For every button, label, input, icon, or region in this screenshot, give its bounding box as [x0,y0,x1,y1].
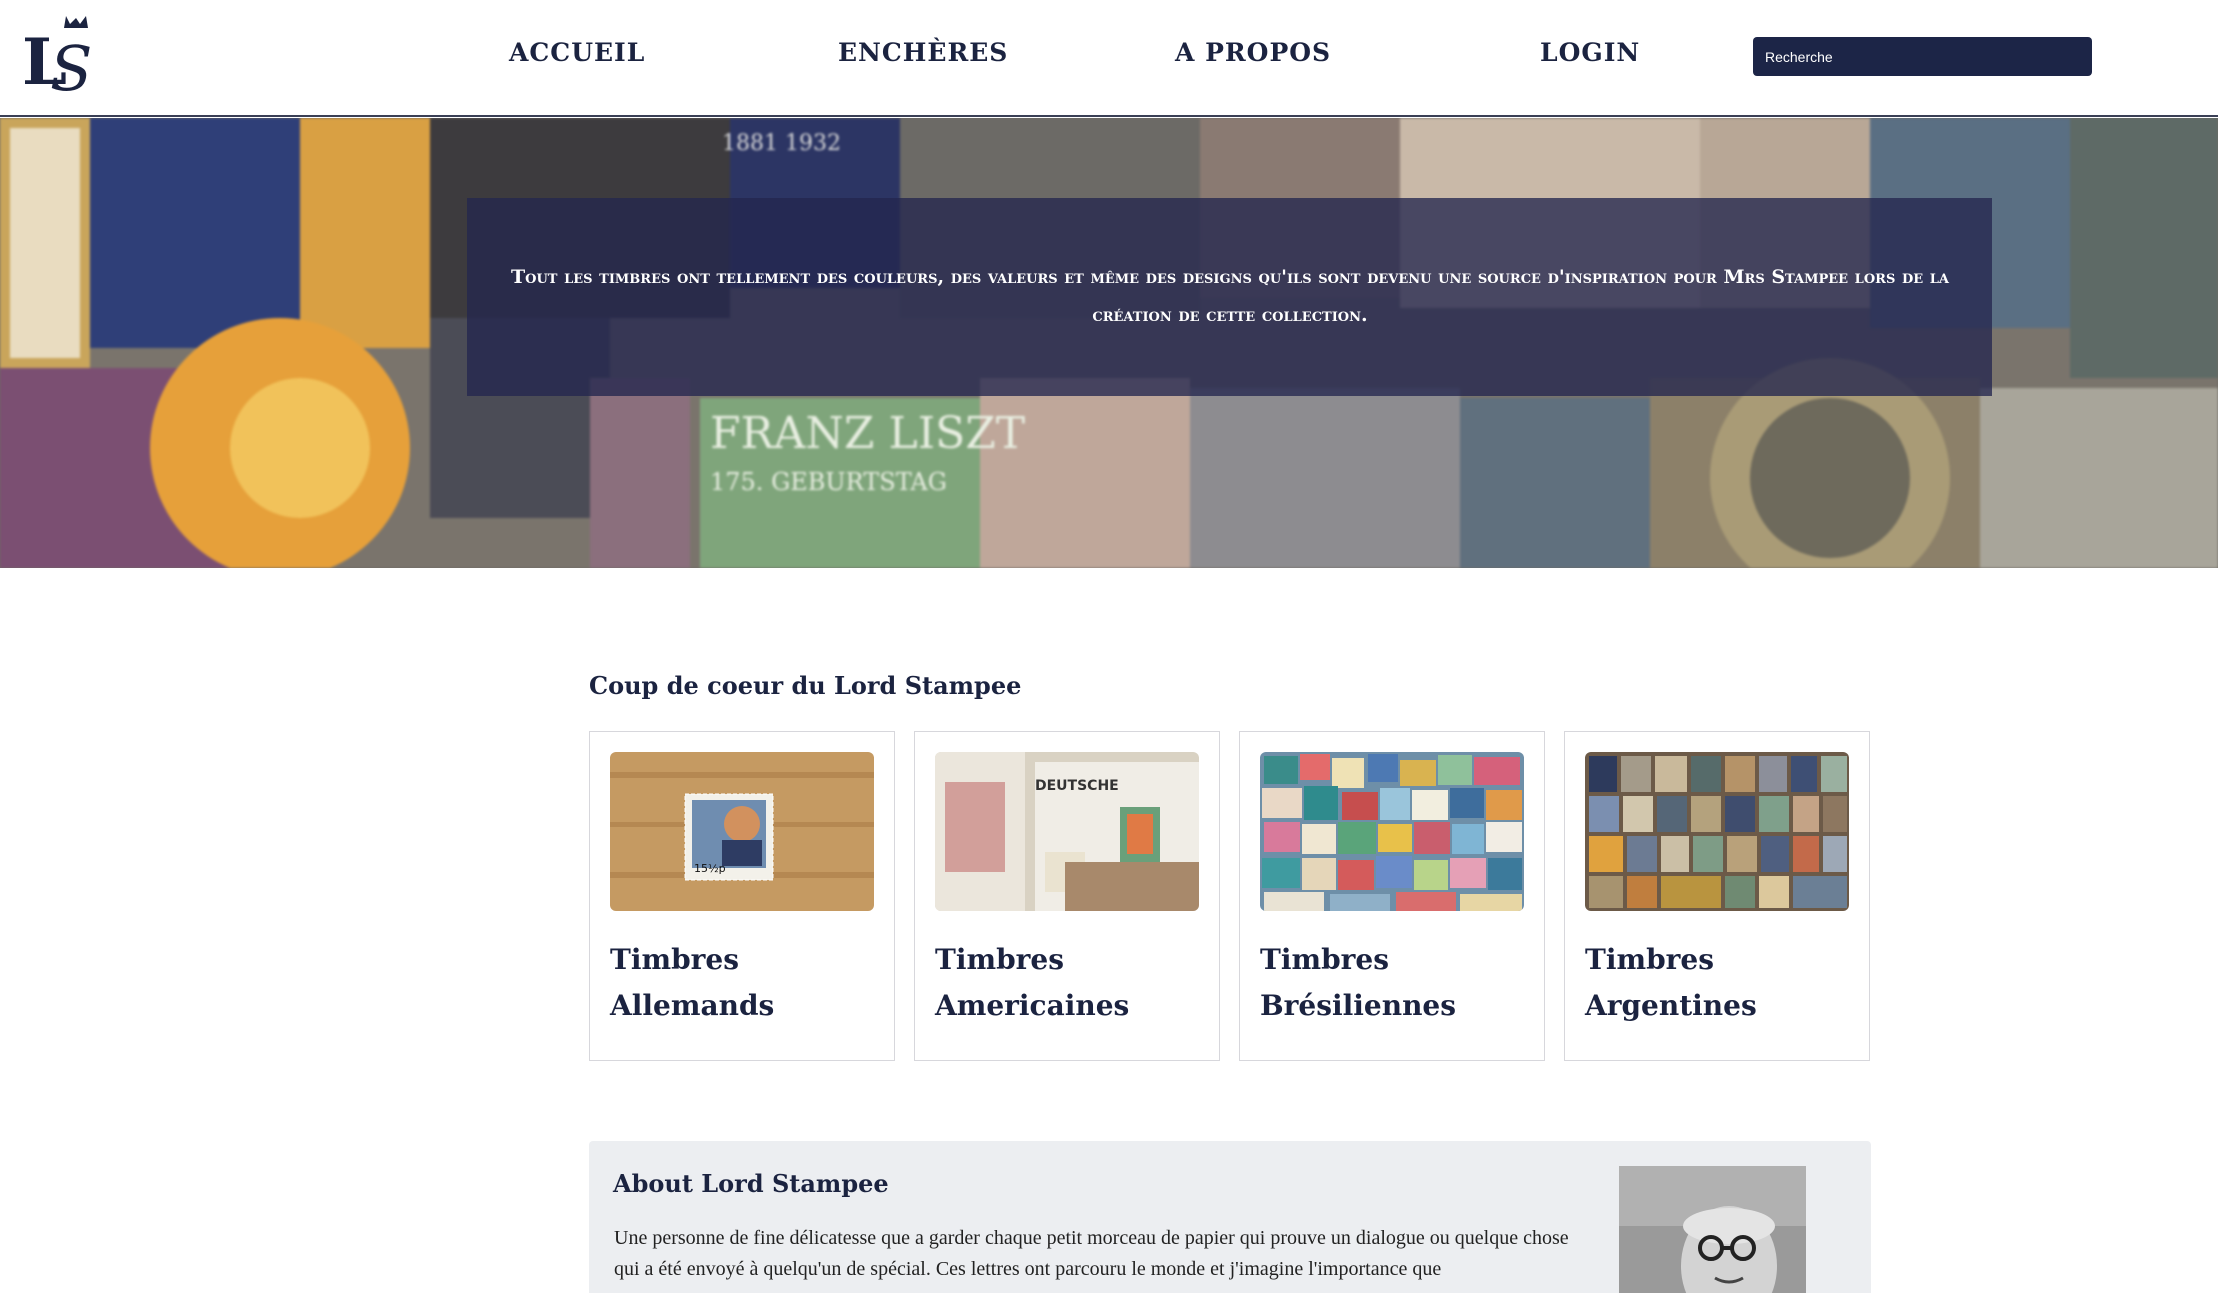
lord-stampee-photo [1619,1166,1806,1293]
nav-accueil[interactable]: ACCUEIL [509,38,645,67]
card-timbres-bresiliennes[interactable]: Timbres Brésiliennes [1239,731,1545,1061]
hero-stamp-text-years: 1881 1932 [722,131,841,156]
card-image-pile-of-stamps[interactable] [1260,752,1524,911]
card-title[interactable]: Timbres Americaines [935,937,1205,1029]
card-timbres-argentines[interactable]: Timbres Argentines [1564,731,1870,1061]
svg-text:15½p: 15½p [694,862,726,875]
card-title[interactable]: Timbres Allemands [610,937,880,1029]
hero-tagline: Tout les timbres ont tellement des coule… [511,266,1949,326]
lord-stampee-logo[interactable]: L S [22,10,98,98]
about-section: About Lord Stampee Une personne de fine … [589,1141,1871,1293]
svg-text:S: S [50,32,92,98]
about-text: Une personne de fine délicatesse que a g… [614,1227,1569,1280]
nav-login[interactable]: LOGIN [1540,38,1640,67]
hero-banner: FRANZ LISZT 175. GEBURTSTAG 1881 1932 To… [0,118,2218,568]
card-image-stamp-collection[interactable] [1585,752,1849,911]
card-image-postcards[interactable]: DEUTSCHE [935,752,1199,911]
card-title[interactable]: Timbres Argentines [1585,937,1855,1029]
card-timbres-americaines[interactable]: DEUTSCHE Timbres Americaines [914,731,1220,1061]
svg-text:DEUTSCHE: DEUTSCHE [1035,778,1119,794]
hero-stamp-text-liszt: FRANZ LISZT [710,408,1025,459]
about-title: About Lord Stampee [613,1169,889,1198]
search-input[interactable] [1753,37,2092,76]
hero-stamp-text-birthday: 175. GEBURTSTAG [710,468,947,496]
nav-a-propos[interactable]: A PROPOS [1175,38,1331,67]
card-timbres-allemands[interactable]: 15½p Timbres Allemands [589,731,895,1061]
favorites-title: Coup de coeur du Lord Stampee [589,671,1022,700]
card-title[interactable]: Timbres Brésiliennes [1260,937,1530,1029]
site-header: L S ACCUEIL ENCHÈRES A PROPOS LOGIN [0,0,2218,117]
card-image-single-stamp[interactable]: 15½p [610,752,874,911]
nav-encheres[interactable]: ENCHÈRES [838,38,1008,67]
